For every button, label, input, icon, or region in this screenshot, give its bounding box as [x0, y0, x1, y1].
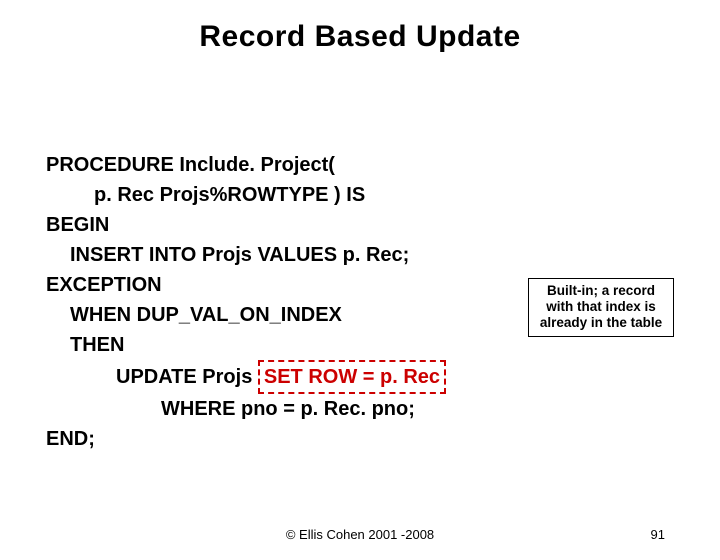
code-text-update: UPDATE Projs — [116, 366, 258, 388]
code-line-9: WHERE pno = p. Rec. pno; — [46, 394, 666, 424]
code-line-1: PROCEDURE Include. Project( — [46, 150, 666, 180]
code-highlight-setrow: SET ROW = p. Rec — [258, 360, 446, 394]
code-line-10: END; — [46, 424, 666, 454]
code-line-4: INSERT INTO Projs VALUES p. Rec; — [46, 240, 666, 270]
code-line-8: UPDATE Projs SET ROW = p. Rec — [46, 360, 666, 394]
callout-box: Built-in; a record with that index is al… — [528, 278, 674, 337]
code-line-2: p. Rec Projs%ROWTYPE ) IS — [46, 180, 666, 210]
code-line-3: BEGIN — [46, 210, 666, 240]
slide-title: Record Based Update — [0, 20, 720, 54]
